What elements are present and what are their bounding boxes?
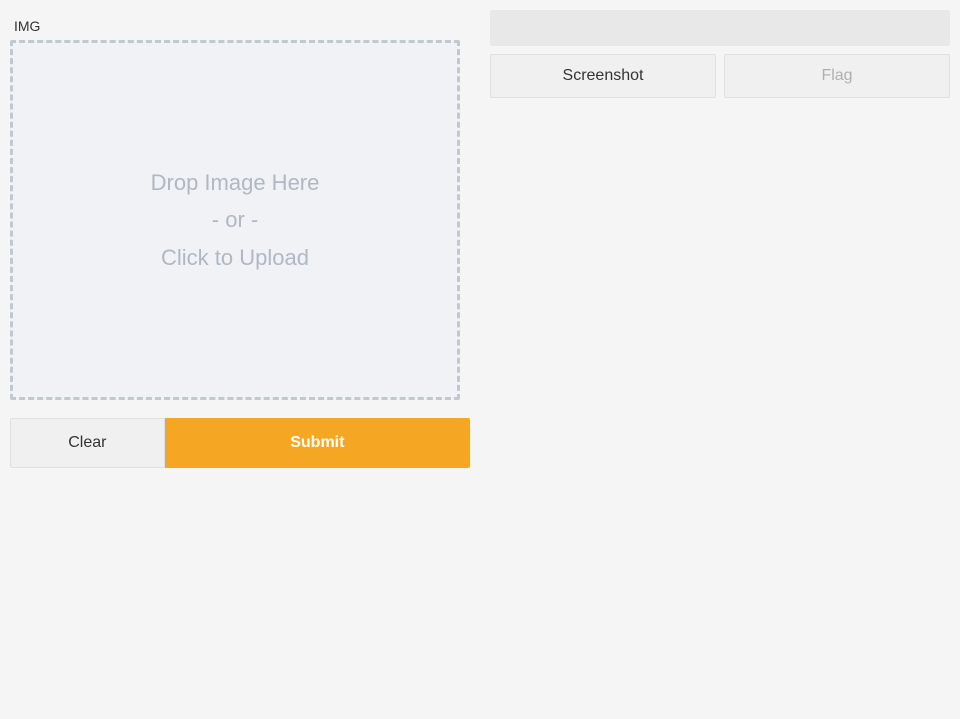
drop-line2: - or - xyxy=(212,207,258,232)
tab-row: Screenshot Flag xyxy=(490,54,950,98)
right-content-area xyxy=(490,106,950,468)
submit-button[interactable]: Submit xyxy=(165,418,470,468)
drop-zone[interactable]: Drop Image Here - or - Click to Upload xyxy=(10,40,460,400)
tab-screenshot[interactable]: Screenshot xyxy=(490,54,716,98)
left-panel: IMG Drop Image Here - or - Click to Uplo… xyxy=(10,10,470,468)
drop-line3: Click to Upload xyxy=(161,245,309,270)
clear-button[interactable]: Clear xyxy=(10,418,165,468)
right-panel: Screenshot Flag xyxy=(490,10,950,468)
drop-line1: Drop Image Here xyxy=(151,170,320,195)
button-row: Clear Submit xyxy=(10,418,470,468)
img-label: IMG xyxy=(10,10,470,40)
right-top-bar xyxy=(490,10,950,46)
main-container: IMG Drop Image Here - or - Click to Uplo… xyxy=(0,0,960,478)
tab-flag[interactable]: Flag xyxy=(724,54,950,98)
drop-zone-text: Drop Image Here - or - Click to Upload xyxy=(151,164,320,276)
